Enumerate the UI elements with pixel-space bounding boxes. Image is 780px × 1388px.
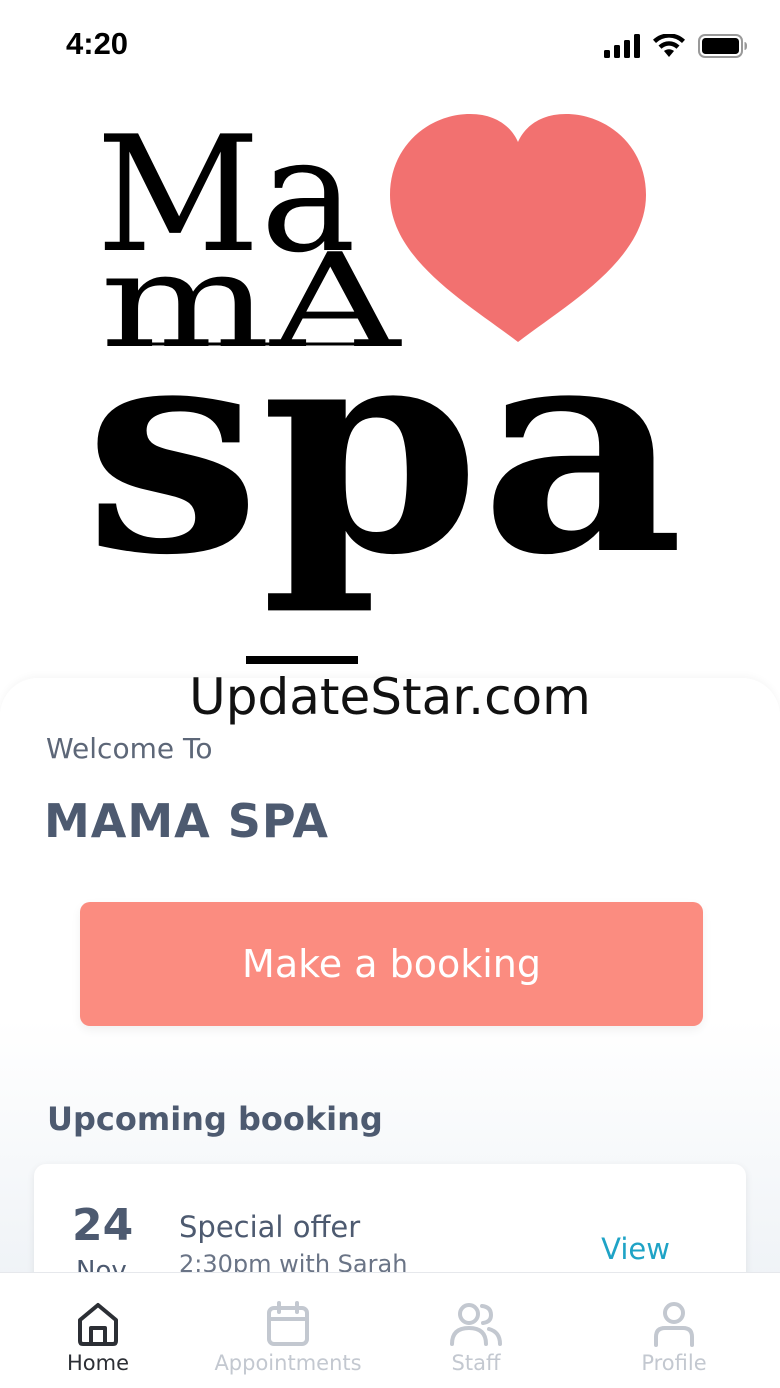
tab-appointments-label: Appointments (214, 1351, 362, 1375)
view-booking-link[interactable]: View (601, 1232, 670, 1266)
upcoming-booking-heading: Upcoming booking (47, 1100, 383, 1138)
tab-profile-label: Profile (641, 1351, 707, 1375)
mama-spa-logo: Ma mA spa (0, 90, 780, 690)
battery-icon (698, 34, 747, 58)
cellular-signal-icon (604, 34, 640, 58)
wifi-icon (653, 34, 685, 57)
make-booking-button[interactable]: Make a booking (80, 902, 703, 1026)
bottom-tab-bar: Home Appointments Staff Profile (0, 1272, 780, 1388)
profile-icon (654, 1302, 694, 1347)
app-title: MAMA SPA (44, 794, 329, 848)
calendar-icon (267, 1301, 309, 1346)
home-icon (78, 1303, 118, 1346)
status-bar: 4:20 (0, 0, 780, 90)
make-booking-label: Make a booking (242, 942, 541, 986)
tab-home-label: Home (66, 1351, 129, 1375)
watermark: UpdateStar.com (189, 668, 591, 726)
status-icons (604, 34, 748, 58)
tab-home[interactable]: Home (48, 1273, 148, 1388)
status-time: 4:20 (66, 26, 129, 61)
tab-staff[interactable]: Staff (426, 1273, 526, 1388)
booking-title: Special offer (179, 1210, 361, 1244)
tab-staff-label: Staff (451, 1351, 501, 1375)
booking-day: 24 (72, 1200, 134, 1251)
welcome-text: Welcome To (46, 732, 213, 765)
staff-icon (450, 1303, 502, 1346)
tab-appointments[interactable]: Appointments (208, 1273, 368, 1388)
tab-profile[interactable]: Profile (624, 1273, 724, 1388)
logo-text-spa: spa (84, 279, 684, 619)
